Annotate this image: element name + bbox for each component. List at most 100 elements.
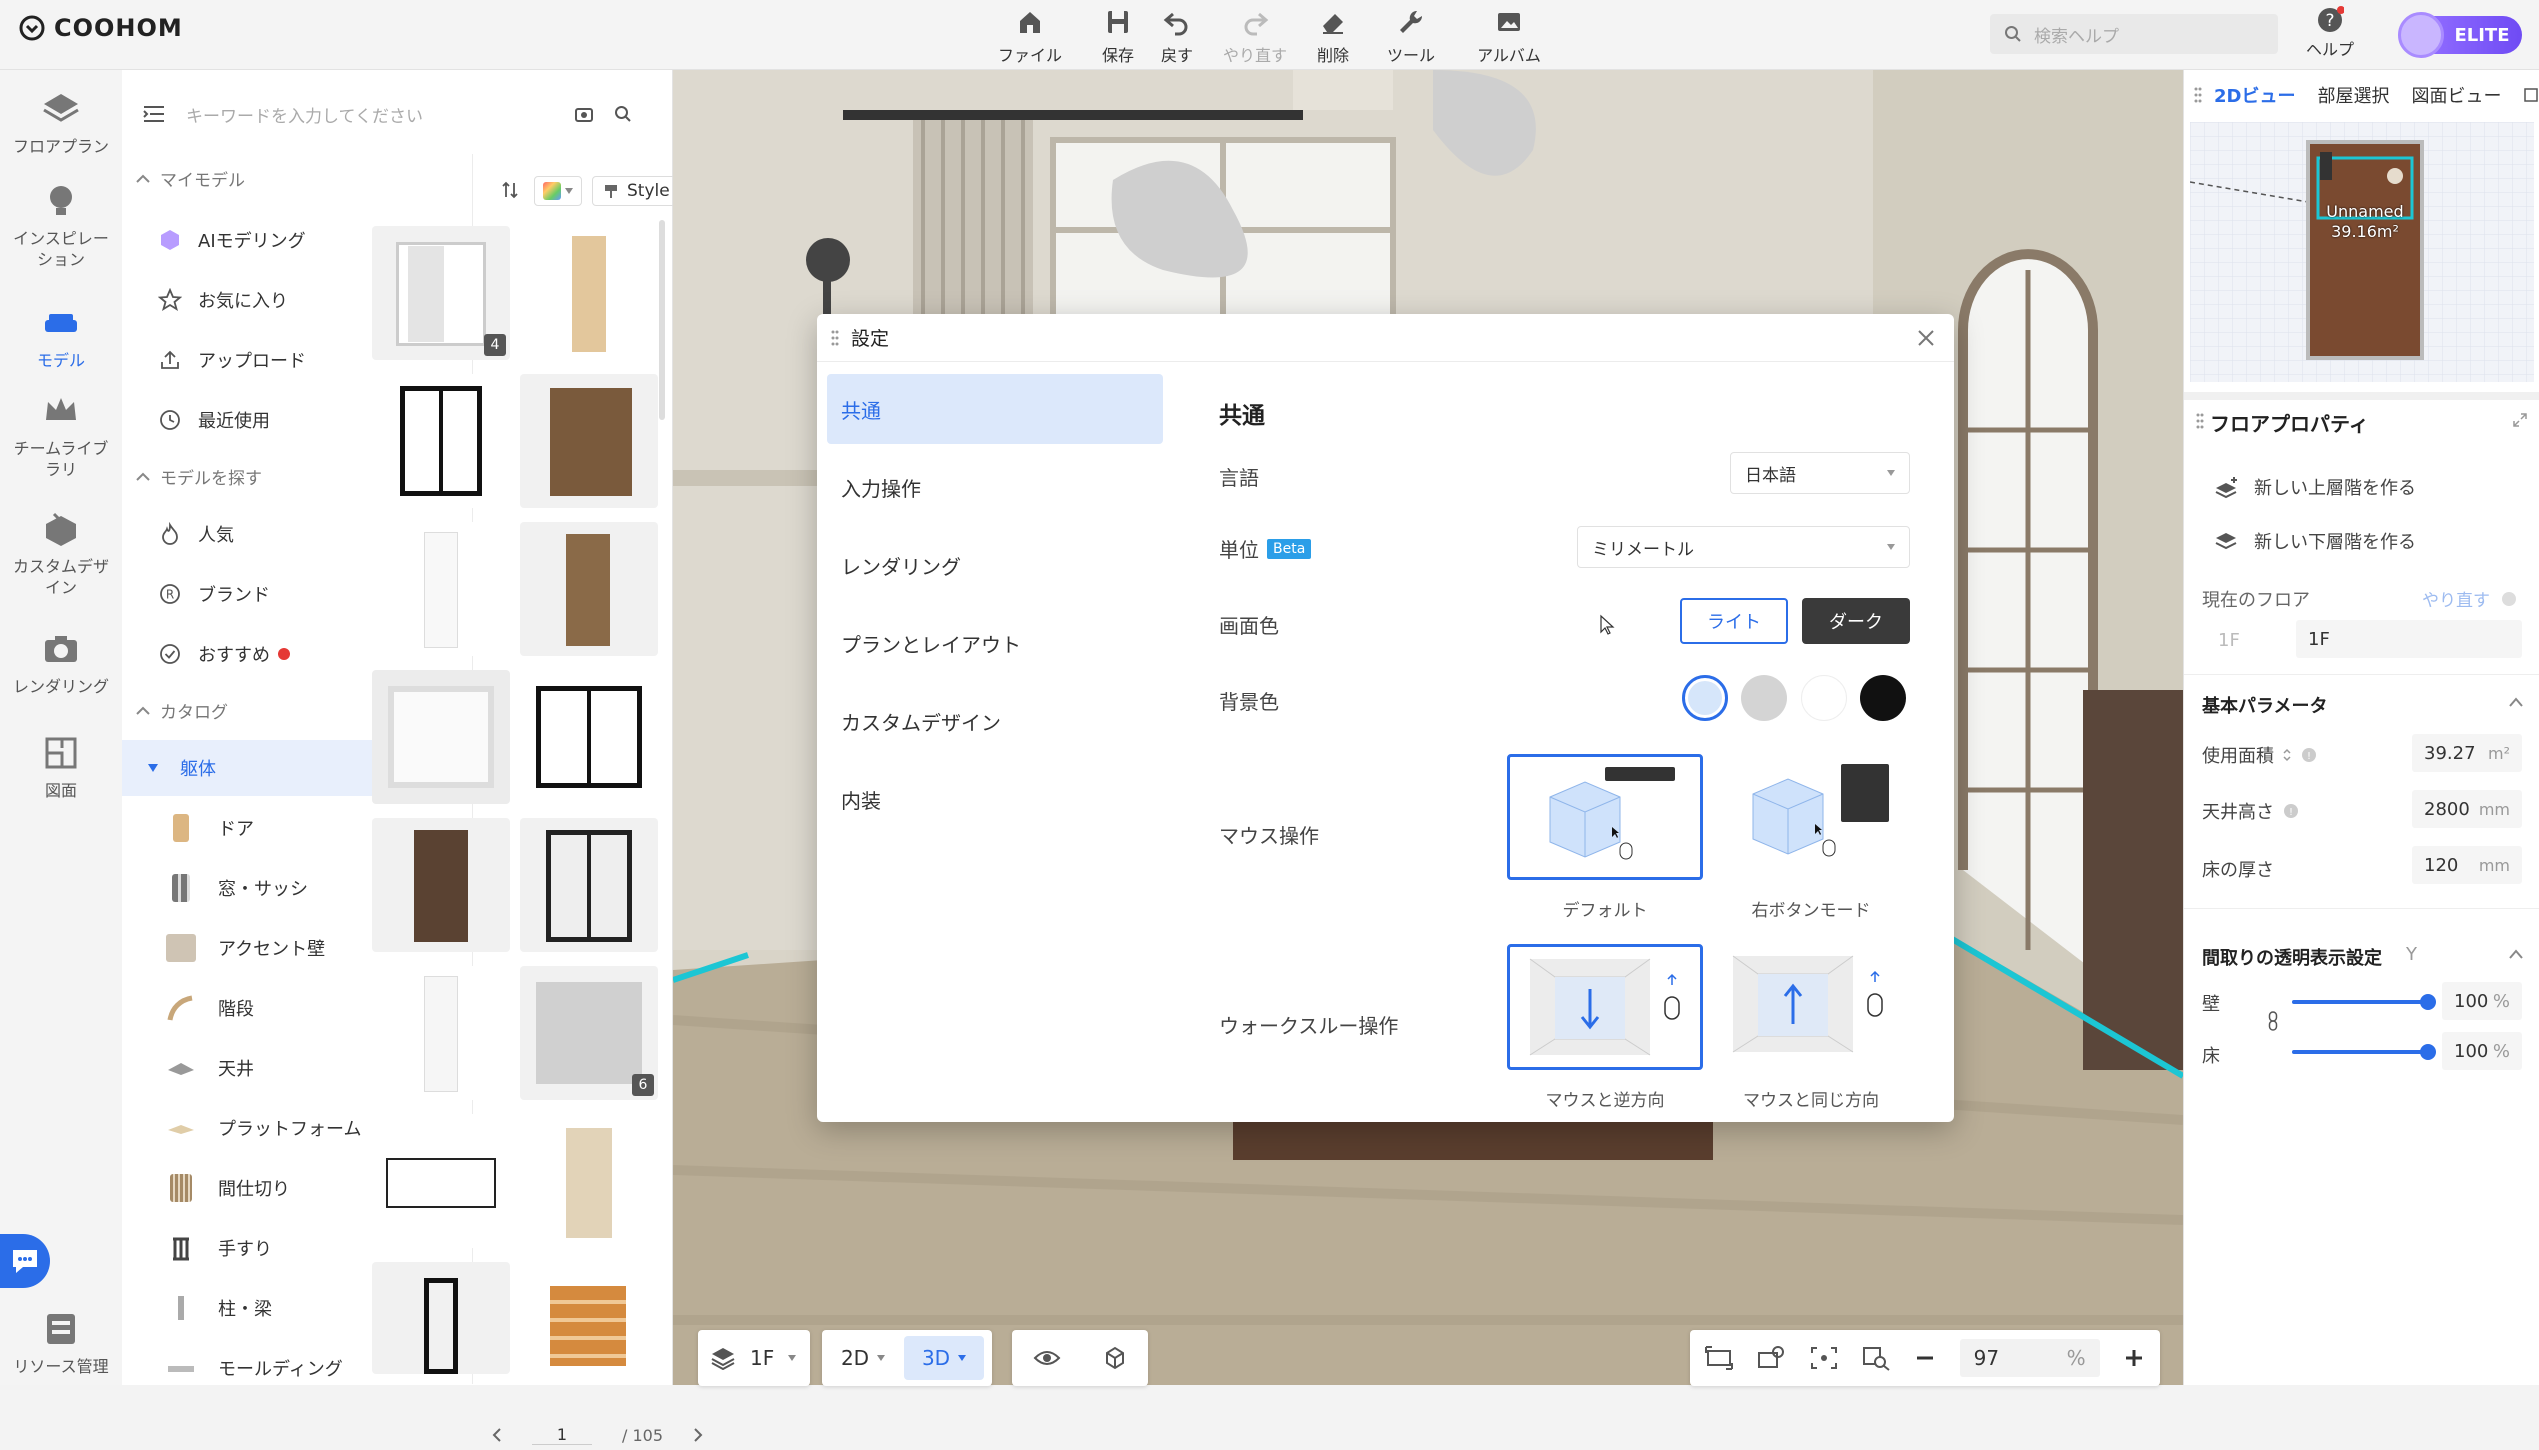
bg-swatch-gray[interactable] bbox=[1741, 675, 1787, 721]
dark-theme-button[interactable]: ダーク bbox=[1802, 598, 1910, 644]
chevron-up-icon[interactable] bbox=[2508, 948, 2524, 960]
bg-swatch-white[interactable] bbox=[1801, 675, 1847, 721]
chevron-up-icon[interactable] bbox=[2508, 696, 2524, 708]
rail-rendering[interactable]: レンダリング bbox=[0, 628, 122, 697]
sort-toggle-icon[interactable] bbox=[2282, 747, 2292, 763]
light-theme-button[interactable]: ライト bbox=[1680, 598, 1788, 644]
area-input[interactable]: 39.27 m² bbox=[2412, 734, 2522, 772]
walkthrough-same[interactable] bbox=[1713, 944, 1909, 1070]
image-search-icon[interactable] bbox=[574, 105, 594, 123]
rail-custom-design[interactable]: カスタムデザイン bbox=[0, 508, 122, 598]
rail-drawing[interactable]: 図面 bbox=[0, 732, 122, 801]
tools-button[interactable]: ツール bbox=[1366, 6, 1456, 66]
search-icon[interactable] bbox=[614, 105, 632, 123]
tab-room-select[interactable]: 部屋選択 bbox=[2317, 82, 2389, 108]
tab-interior[interactable]: 内装 bbox=[827, 764, 1163, 834]
language-select[interactable]: 日本語 bbox=[1730, 452, 1910, 494]
floor-slider-track[interactable] bbox=[2292, 1044, 2436, 1060]
info-icon[interactable]: ! bbox=[2282, 802, 2300, 820]
cube-view-icon[interactable] bbox=[1102, 1345, 1128, 1371]
sort-icon[interactable] bbox=[500, 180, 520, 200]
album-button[interactable]: アルバム bbox=[1464, 6, 1554, 66]
model-thumbnail[interactable] bbox=[372, 374, 510, 508]
my-models-header[interactable]: マイモデル bbox=[136, 166, 245, 191]
scrollbar[interactable] bbox=[659, 220, 665, 420]
link-icon[interactable] bbox=[2268, 1010, 2278, 1032]
unit-select[interactable]: ミリメートル bbox=[1577, 526, 1910, 568]
drag-handle-icon[interactable] bbox=[2196, 412, 2204, 430]
model-search-bar[interactable]: キーワードを入力してください bbox=[142, 92, 652, 136]
redo-button[interactable]: やり直す bbox=[1210, 6, 1300, 66]
file-menu-button[interactable]: ファイル bbox=[985, 6, 1075, 66]
chevron-right-icon[interactable] bbox=[693, 1428, 703, 1442]
chevron-left-icon[interactable] bbox=[492, 1428, 502, 1442]
floor-name-input[interactable]: 1F bbox=[2296, 620, 2522, 658]
wall-slider-knob[interactable] bbox=[2420, 994, 2436, 1010]
avatar[interactable] bbox=[2398, 12, 2444, 58]
expand-icon[interactable] bbox=[2512, 412, 2528, 428]
page-input[interactable]: 1 bbox=[532, 1425, 592, 1445]
model-thumbnail[interactable] bbox=[372, 670, 510, 804]
zoom-out-icon[interactable] bbox=[1913, 1346, 1937, 1370]
expand-window-icon[interactable] bbox=[2523, 87, 2539, 103]
model-thumbnail[interactable] bbox=[520, 226, 658, 360]
zoom-input[interactable]: 97 % bbox=[1959, 1339, 2100, 1377]
model-thumbnail[interactable] bbox=[520, 374, 658, 508]
ceiling-input[interactable]: 2800 mm bbox=[2412, 790, 2522, 828]
model-thumbnail[interactable] bbox=[372, 1262, 510, 1374]
tab-2d-view[interactable]: 2Dビュー bbox=[2214, 82, 2295, 108]
bg-swatch-blue[interactable] bbox=[1682, 675, 1728, 721]
rail-team-library[interactable]: チームライブラリ bbox=[0, 390, 122, 480]
focus-icon[interactable] bbox=[1809, 1345, 1839, 1371]
help-button[interactable]: ? ヘルプ bbox=[2300, 6, 2360, 60]
eye-icon[interactable] bbox=[1033, 1348, 1061, 1368]
rail-resource-management[interactable]: リソース管理 bbox=[0, 1308, 122, 1377]
zoom-in-icon[interactable] bbox=[2122, 1346, 2146, 1370]
tab-plan-layout[interactable]: プランとレイアウト bbox=[827, 608, 1163, 678]
undo-button[interactable]: 戻す bbox=[1132, 6, 1222, 66]
bg-swatch-black[interactable] bbox=[1860, 675, 1906, 721]
drag-handle-icon[interactable] bbox=[831, 329, 839, 347]
new-lower-floor-button[interactable]: 新しい下層階を作る bbox=[2214, 528, 2416, 554]
floor-thickness-input[interactable]: 120 mm bbox=[2412, 846, 2522, 884]
mode-3d-button[interactable]: 3D bbox=[904, 1336, 984, 1380]
model-thumbnail[interactable] bbox=[520, 1262, 658, 1374]
mouse-mode-default[interactable] bbox=[1507, 754, 1703, 880]
fit-view-icon[interactable] bbox=[1704, 1345, 1734, 1371]
wall-opacity-input[interactable]: 100 % bbox=[2442, 982, 2522, 1020]
floor-opacity-input[interactable]: 100 % bbox=[2442, 1032, 2522, 1070]
mode-2d-button[interactable]: 2D bbox=[822, 1346, 904, 1370]
model-thumbnail[interactable] bbox=[372, 818, 510, 952]
new-upper-floor-button[interactable]: 新しい上層階を作る bbox=[2214, 474, 2416, 500]
tab-custom-design[interactable]: カスタムデザイン bbox=[827, 686, 1163, 756]
delete-button[interactable]: 削除 bbox=[1288, 6, 1378, 66]
floor-slider-knob[interactable] bbox=[2420, 1044, 2436, 1060]
floor-selector[interactable]: 1F bbox=[698, 1330, 810, 1386]
tab-input[interactable]: 入力操作 bbox=[827, 452, 1163, 522]
coohom-logo[interactable]: COOHOM bbox=[18, 14, 183, 42]
model-thumbnail[interactable] bbox=[520, 670, 658, 804]
tab-rendering[interactable]: レンダリング bbox=[827, 530, 1163, 600]
collapse-menu-icon[interactable] bbox=[142, 104, 166, 124]
zoom-area-icon[interactable] bbox=[1861, 1345, 1891, 1371]
close-icon[interactable] bbox=[1916, 328, 1936, 348]
settings-dialog-header[interactable]: 設定 bbox=[817, 314, 1954, 362]
model-thumbnail[interactable] bbox=[372, 1114, 510, 1248]
wall-slider-track[interactable] bbox=[2292, 994, 2436, 1010]
find-models-header[interactable]: モデルを探す bbox=[136, 464, 262, 489]
redo-floor-link[interactable]: やり直す bbox=[2422, 586, 2518, 611]
minimap[interactable]: Unnamed 39.16m² bbox=[2190, 122, 2534, 382]
rail-inspiration[interactable]: インスピレーション bbox=[0, 180, 122, 270]
model-thumbnail[interactable] bbox=[520, 818, 658, 952]
mouse-mode-right-button[interactable] bbox=[1713, 754, 1909, 880]
rail-model[interactable]: モデル bbox=[0, 302, 122, 371]
model-thumbnail[interactable] bbox=[520, 1114, 658, 1248]
model-thumbnail[interactable] bbox=[520, 522, 658, 656]
walkthrough-reverse[interactable] bbox=[1507, 944, 1703, 1070]
model-thumbnail[interactable]: 4 bbox=[372, 226, 510, 360]
help-search-input[interactable]: 検索ヘルプ bbox=[1990, 14, 2278, 54]
rail-floorplan[interactable]: フロアプラン bbox=[0, 88, 122, 157]
info-icon[interactable]: ! bbox=[2300, 746, 2318, 764]
tab-general[interactable]: 共通 bbox=[827, 374, 1163, 444]
model-thumbnail[interactable] bbox=[372, 966, 510, 1100]
